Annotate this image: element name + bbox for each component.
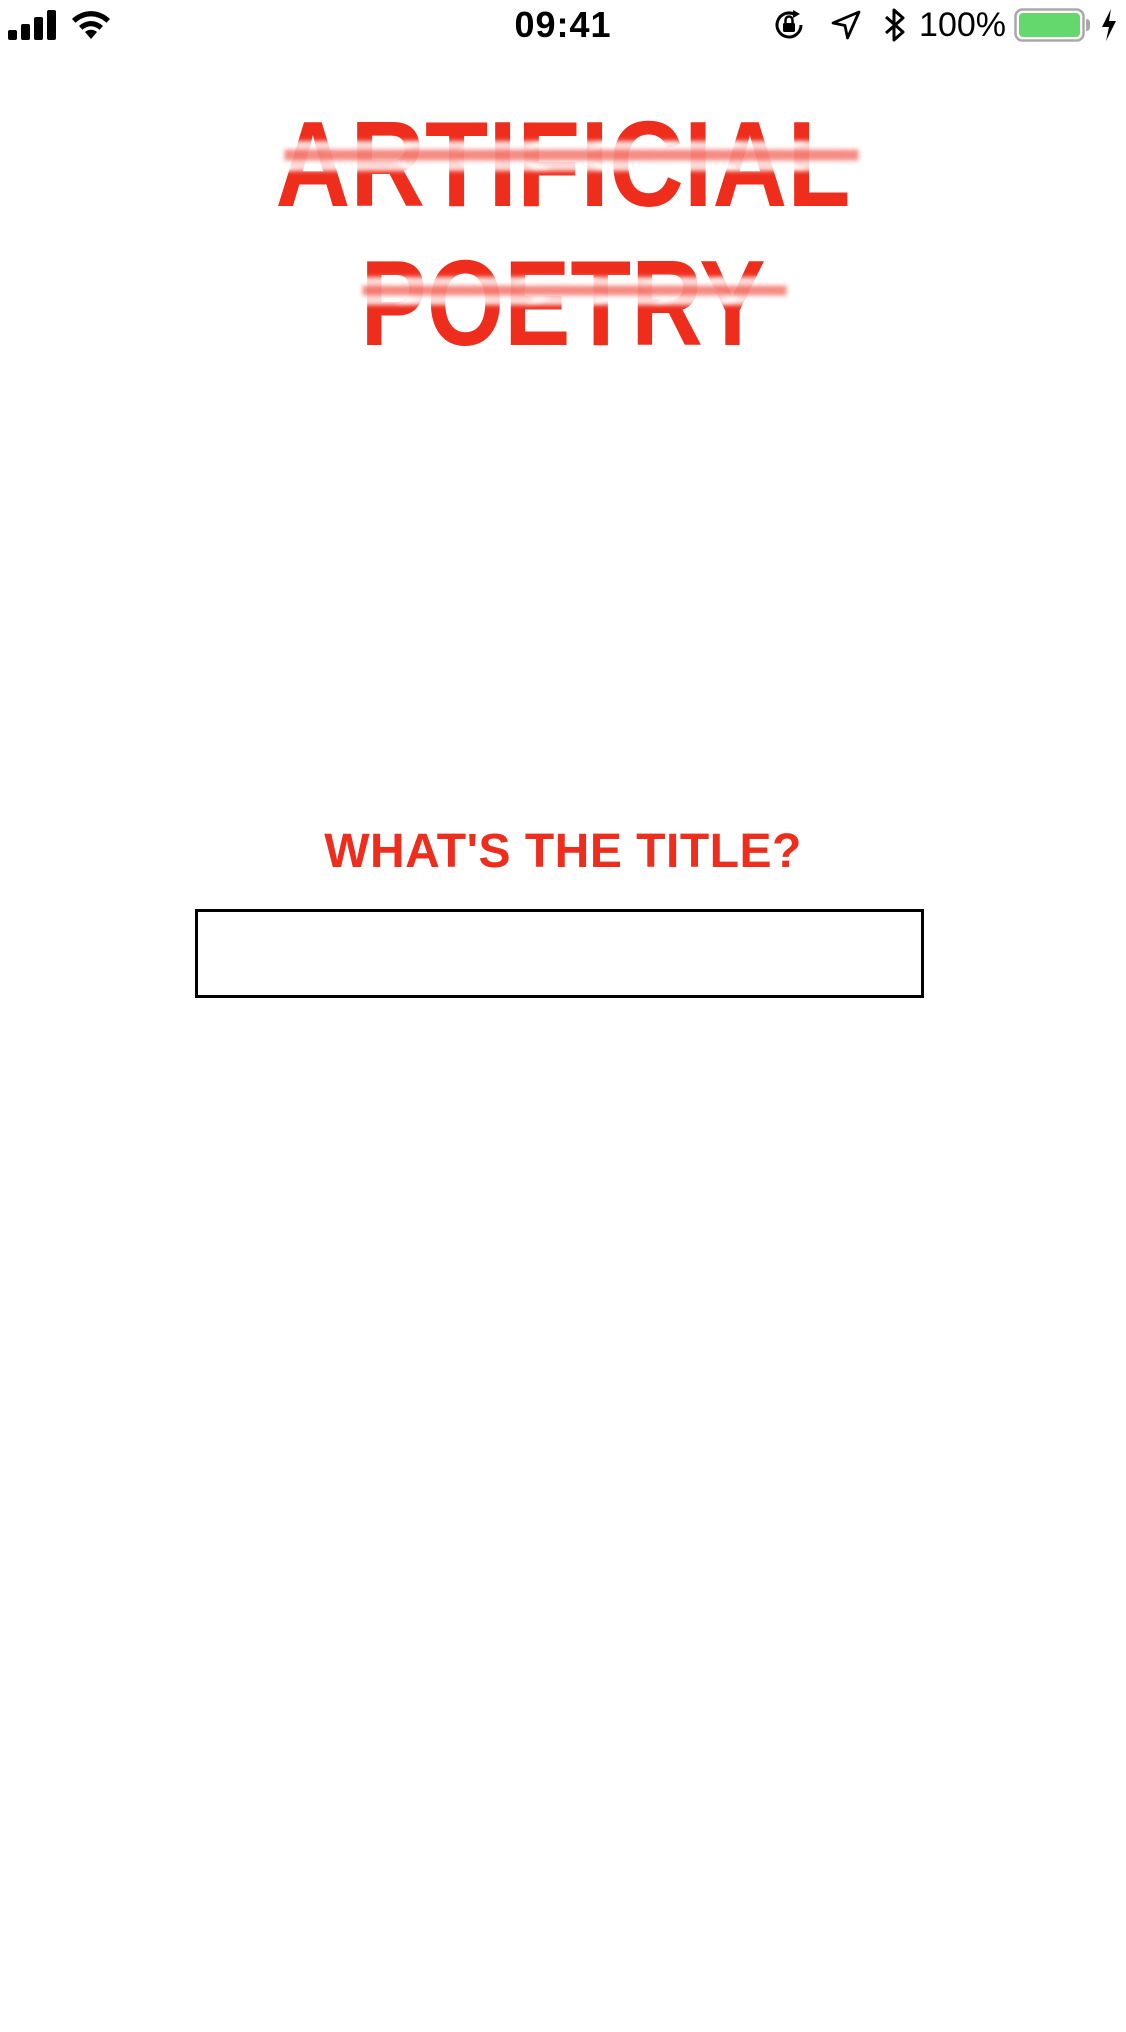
logo-glitch-band (360, 277, 790, 305)
battery-level-fill (1019, 13, 1080, 37)
charging-bolt-icon (1102, 9, 1116, 41)
title-input[interactable] (195, 909, 924, 998)
battery-percent: 100% (919, 6, 1006, 44)
app-logo: ARTIFICIAL POETRY (0, 104, 1126, 364)
orientation-lock-icon (775, 10, 803, 39)
title-prompt-heading: WHAT'S THE TITLE? (324, 825, 802, 878)
location-arrow-icon (831, 10, 861, 40)
bluetooth-icon (885, 8, 905, 42)
battery-icon (1014, 8, 1090, 42)
logo-glitch-band (282, 141, 862, 171)
status-bar-right: 100% (771, 6, 1118, 44)
status-bar: 09:41 100% (0, 0, 1126, 50)
